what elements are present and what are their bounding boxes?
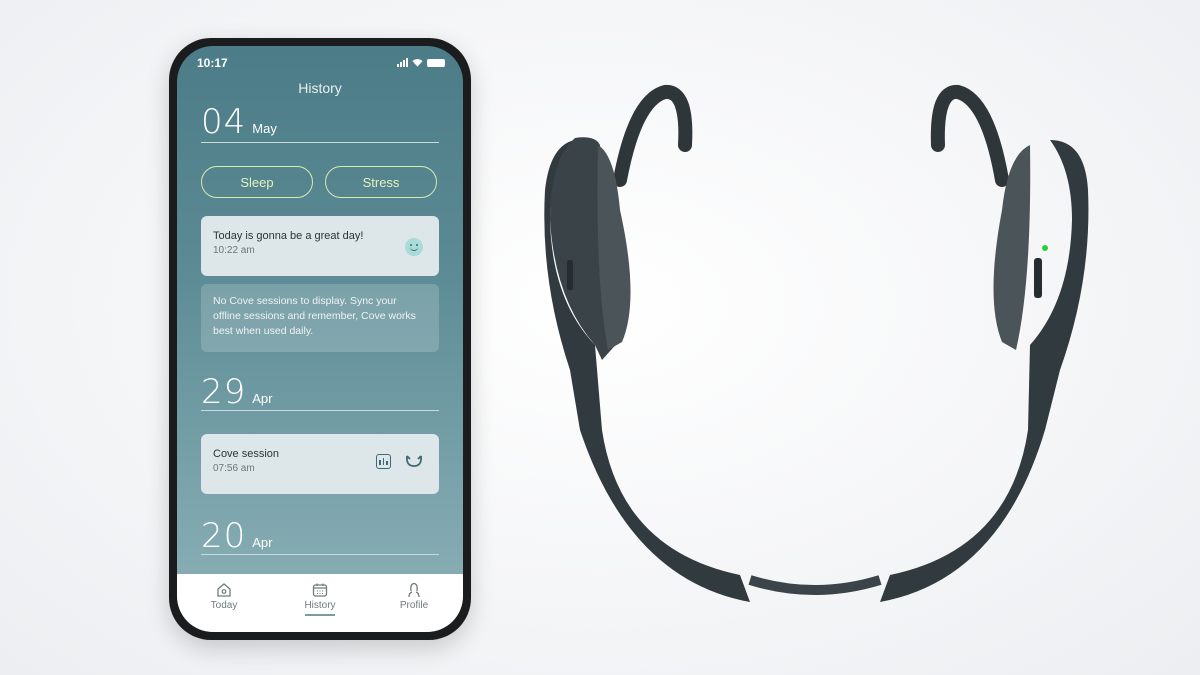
date-day: 04 [201, 102, 247, 142]
nav-today[interactable]: Today [189, 582, 259, 611]
date-day: 20 [201, 516, 247, 556]
nav-profile-label: Profile [399, 600, 429, 611]
date-header: 29 Apr [201, 372, 273, 412]
active-tab-indicator [305, 614, 335, 616]
session-title: Cove session [213, 448, 280, 460]
smiley-icon [405, 238, 423, 256]
cove-headband-device [544, 85, 1089, 602]
left-ear-hook [613, 85, 693, 187]
date-month: May [252, 121, 277, 136]
note-card[interactable]: Today is gonna be a great day! 10:22 am [201, 216, 439, 276]
nav-today-label: Today [210, 600, 238, 611]
headband-icon[interactable] [405, 454, 423, 469]
status-led [1042, 245, 1048, 251]
session-time: 07:56 am [213, 463, 255, 474]
message-text: No Cove sessions to display. Sync your o… [213, 295, 416, 337]
sleep-filter-button[interactable]: Sleep [201, 166, 313, 198]
page-title: History [298, 80, 342, 96]
note-title: Today is gonna be a great day! [213, 230, 364, 242]
home-icon [217, 583, 231, 597]
date-month: Apr [252, 391, 273, 406]
app-screen: 10:17 History 04 May Sleep Stress Today i… [177, 46, 463, 632]
date-header: 04 May [201, 102, 277, 142]
flex-cable [748, 575, 882, 595]
nav-history-label: History [304, 600, 336, 611]
side-button [1034, 258, 1042, 298]
nav-history[interactable]: History [285, 582, 355, 616]
phone-frame: 10:17 History 04 May Sleep Stress Today i… [169, 38, 471, 640]
bar-chart-icon[interactable] [376, 454, 391, 469]
date-month: Apr [252, 535, 273, 550]
session-card[interactable]: Cove session 07:56 am [201, 434, 439, 494]
date-day: 29 [201, 372, 247, 412]
note-time: 10:22 am [213, 245, 255, 256]
right-ear-hook [930, 85, 1009, 187]
signal-icon [397, 58, 408, 67]
profile-icon [408, 582, 420, 598]
bottom-nav: Today History Profile [177, 574, 463, 632]
battery-icon [427, 59, 445, 67]
left-button [567, 260, 573, 290]
status-time: 10:17 [197, 56, 228, 70]
calendar-icon [312, 583, 328, 597]
wifi-icon [412, 59, 423, 67]
divider [201, 142, 439, 143]
right-band [880, 140, 1089, 602]
status-bar: 10:17 [197, 56, 445, 72]
divider [201, 554, 439, 555]
stress-filter-button[interactable]: Stress [325, 166, 437, 198]
nav-profile[interactable]: Profile [379, 582, 449, 611]
divider [201, 410, 439, 411]
date-header: 20 Apr [201, 516, 273, 556]
empty-sessions-message: No Cove sessions to display. Sync your o… [201, 284, 439, 352]
